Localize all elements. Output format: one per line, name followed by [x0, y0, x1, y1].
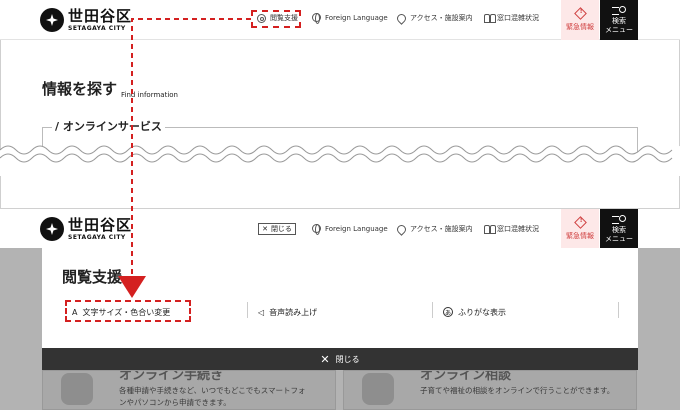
access-link-2[interactable]: アクセス・施設案内 — [395, 222, 473, 236]
option-divider — [247, 302, 248, 318]
warning-icon — [573, 6, 587, 20]
search-menu-line1-2: 検索 — [612, 225, 626, 234]
site-header-expanded: 世田谷区 SETAGAYA CITY ✕ 閉じる Foreign Languag… — [0, 208, 680, 249]
access-label-2: アクセス・施設案内 — [410, 225, 473, 233]
warning-icon — [573, 215, 587, 229]
foreign-language-label: Foreign Language — [325, 13, 388, 22]
page-title-jp: 情報を探す — [42, 80, 118, 98]
voice-reading-label: 音声読み上げ — [269, 307, 318, 317]
site-logo-2[interactable]: 世田谷区 SETAGAYA CITY — [40, 215, 132, 243]
accessibility-close-button[interactable]: ✕ 閉じる — [258, 223, 296, 235]
card-desc: 各種申請や手続きなど、いつでもどこでもスマートフォンやパソコンから申請できます。 — [119, 386, 306, 407]
search-menu-line2-2: メニュー — [605, 234, 633, 243]
access-link[interactable]: アクセス・施設案内 — [395, 11, 473, 25]
close-label: 閉じる — [270, 225, 292, 233]
option-divider — [618, 302, 619, 318]
close-x-icon: ✕ — [320, 352, 330, 366]
consultation-icon — [362, 373, 394, 405]
close-x-icon: ✕ — [262, 225, 268, 233]
congestion-label-2: 窓口混雑状況 — [497, 225, 539, 233]
city-emblem-icon — [40, 217, 64, 241]
card-title: オンライン手続き — [119, 370, 224, 383]
access-label: アクセス・施設案内 — [410, 14, 473, 22]
crowd-icon — [484, 224, 496, 234]
furigana-option[interactable]: あ ふりがな表示 — [443, 303, 506, 321]
furigana-icon: あ — [443, 307, 453, 317]
torn-edge-divider — [0, 145, 680, 176]
option-divider — [432, 302, 433, 318]
map-pin-icon — [395, 11, 408, 25]
logo-text: 世田谷区 SETAGAYA CITY — [68, 6, 133, 32]
online-consultation-card[interactable]: オンライン相談 子育てや福祉の相談をオンラインで行うことができます。 — [343, 370, 637, 410]
emergency-label: 緊急情報 — [566, 22, 594, 31]
foreign-language-link-2[interactable]: Foreign Language — [312, 224, 388, 235]
congestion-link[interactable]: 窓口混雑状況 — [484, 13, 539, 23]
card-desc-2: 子育てや福祉の相談をオンラインで行うことができます。 — [420, 386, 615, 395]
highlight-accessibility-link — [251, 10, 301, 28]
site-logo[interactable]: 世田谷区 SETAGAYA CITY — [40, 6, 132, 34]
foreign-language-label-2: Foreign Language — [325, 224, 388, 233]
online-procedures-card[interactable]: オンライン手続き 各種申請や手続きなど、いつでもどこでもスマートフォンやパソコン… — [42, 370, 336, 410]
search-menu-button-2[interactable]: 検索 メニュー — [600, 209, 638, 249]
congestion-label: 窓口混雑状況 — [497, 14, 539, 22]
card-title-2: オンライン相談 — [420, 370, 512, 383]
foreign-language-link[interactable]: Foreign Language — [312, 13, 388, 24]
logo-text-2: 世田谷区 SETAGAYA CITY — [68, 215, 133, 241]
panel-close-bar[interactable]: ✕ 閉じる — [42, 348, 638, 370]
accessibility-panel-title: 閲覧支援 — [62, 268, 123, 286]
map-pin-icon — [395, 222, 408, 236]
accessibility-panel — [42, 248, 638, 348]
site-header: 世田谷区 SETAGAYA CITY 閲覧支援 Foreign Language… — [0, 0, 680, 40]
online-services-heading: / オンラインサービス — [52, 118, 165, 134]
menu-search-icon — [612, 5, 626, 15]
globe-icon — [312, 13, 321, 24]
furigana-label: ふりがな表示 — [458, 307, 506, 317]
highlight-text-size-option — [65, 300, 191, 322]
congestion-link-2[interactable]: 窓口混雑状況 — [484, 224, 539, 234]
menu-search-icon — [612, 214, 626, 224]
page-title: 情報を探す Find information — [42, 78, 178, 99]
computer-icon — [61, 373, 93, 405]
page-title-en: Find information — [121, 91, 178, 99]
logo-en: SETAGAYA CITY — [68, 24, 126, 32]
speaker-icon: ◁ — [258, 307, 265, 317]
logo-en-2: SETAGAYA CITY — [68, 233, 126, 241]
search-menu-button[interactable]: 検索 メニュー — [600, 0, 638, 40]
city-emblem-icon — [40, 8, 64, 32]
search-menu-line2: メニュー — [605, 25, 633, 34]
search-menu-line1: 検索 — [612, 16, 626, 25]
globe-icon — [312, 224, 321, 235]
voice-reading-option[interactable]: ◁ 音声読み上げ — [258, 303, 317, 321]
logo-jp-2: 世田谷区 — [68, 215, 133, 234]
logo-jp: 世田谷区 — [68, 6, 133, 25]
emergency-info-button-2[interactable]: 緊急情報 — [561, 209, 599, 249]
panel-close-label: 閉じる — [335, 354, 360, 364]
crowd-icon — [484, 13, 496, 23]
emergency-label-2: 緊急情報 — [566, 231, 594, 240]
emergency-info-button[interactable]: 緊急情報 — [561, 0, 599, 40]
